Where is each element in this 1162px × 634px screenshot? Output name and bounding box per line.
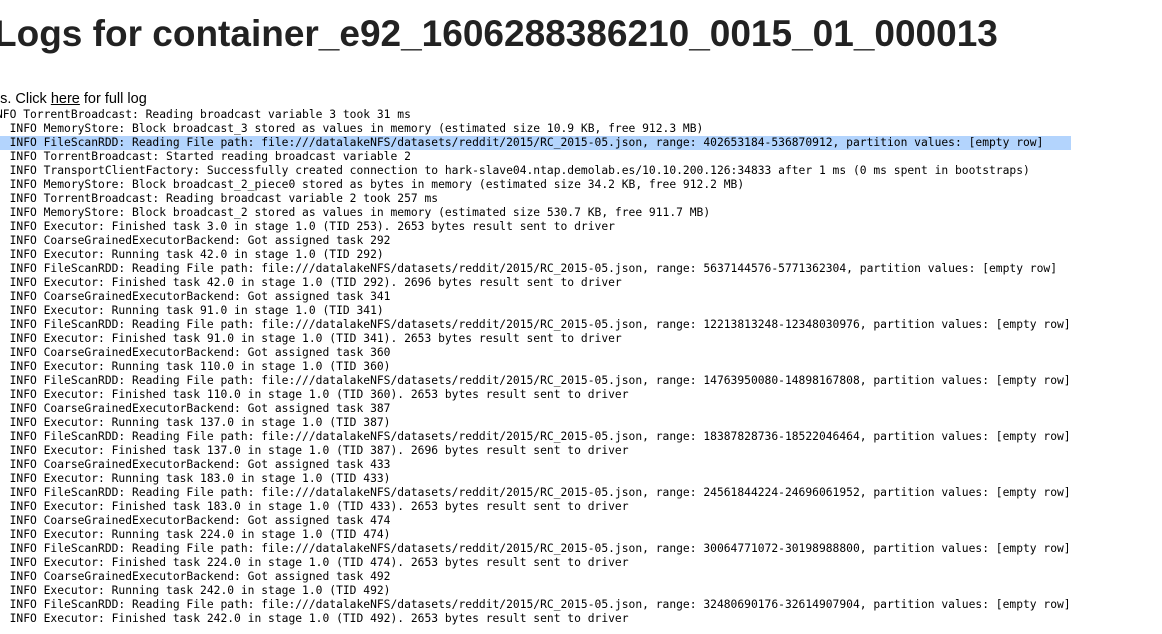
log-line-selected[interactable]: INFO FileScanRDD: Reading File path: fil…	[0, 136, 1071, 150]
log-line[interactable]: INFO CoarseGrainedExecutorBackend: Got a…	[0, 514, 1071, 528]
log-line[interactable]: INFO FileScanRDD: Reading File path: fil…	[0, 318, 1071, 332]
log-line[interactable]: INFO TorrentBroadcast: Started reading b…	[0, 150, 1071, 164]
log-line[interactable]: INFO CoarseGrainedExecutorBackend: Got a…	[0, 458, 1071, 472]
log-line[interactable]: INFO Executor: Running task 110.0 in sta…	[0, 360, 1071, 374]
log-line[interactable]: INFO MemoryStore: Block broadcast_3 stor…	[0, 122, 1071, 136]
log-line[interactable]: INFO FileScanRDD: Reading File path: fil…	[0, 486, 1071, 500]
log-line[interactable]: INFO Executor: Running task 42.0 in stag…	[0, 248, 1071, 262]
log-line[interactable]: INFO Executor: Running task 91.0 in stag…	[0, 304, 1071, 318]
log-line[interactable]: INFO CoarseGrainedExecutorBackend: Got a…	[0, 570, 1071, 584]
log-line[interactable]: INFO FileScanRDD: Reading File path: fil…	[0, 598, 1071, 612]
log-page: Logs for container_e92_1606288386210_001…	[0, 0, 1162, 634]
note-prefix: es. Click	[0, 91, 47, 107]
log-line[interactable]: INFO MemoryStore: Block broadcast_2_piec…	[0, 178, 1071, 192]
page-title: Logs for container_e92_1606288386210_001…	[0, 13, 998, 54]
log-line[interactable]: INFO Executor: Finished task 42.0 in sta…	[0, 276, 1071, 290]
log-line[interactable]: INFO FileScanRDD: Reading File path: fil…	[0, 262, 1071, 276]
log-line[interactable]: INFO Executor: Finished task 3.0 in stag…	[0, 220, 1071, 234]
full-log-link[interactable]: here	[51, 91, 80, 107]
log-line[interactable]: INFO Executor: Finished task 137.0 in st…	[0, 444, 1071, 458]
log-line[interactable]: INFO FileScanRDD: Reading File path: fil…	[0, 542, 1071, 556]
log-line[interactable]: INFO Executor: Running task 224.0 in sta…	[0, 528, 1071, 542]
log-line[interactable]: INFO Executor: Running task 242.0 in sta…	[0, 584, 1071, 598]
log-line[interactable]: INFO CoarseGrainedExecutorBackend: Got a…	[0, 234, 1071, 248]
log-line[interactable]: NFO TorrentBroadcast: Reading broadcast …	[0, 108, 1071, 122]
log-line[interactable]: INFO Executor: Finished task 224.0 in st…	[0, 556, 1071, 570]
log-line[interactable]: INFO Executor: Running task 183.0 in sta…	[0, 472, 1071, 486]
log-truncation-note: es. Click here for full log	[0, 90, 147, 108]
log-line[interactable]: INFO Executor: Finished task 183.0 in st…	[0, 500, 1071, 514]
log-output[interactable]: NFO TorrentBroadcast: Reading broadcast …	[0, 108, 1071, 626]
log-line[interactable]: INFO CoarseGrainedExecutorBackend: Got a…	[0, 402, 1071, 416]
log-line[interactable]: INFO FileScanRDD: Reading File path: fil…	[0, 374, 1071, 388]
log-line[interactable]: INFO Executor: Finished task 242.0 in st…	[0, 612, 1071, 626]
log-line[interactable]: INFO Executor: Finished task 110.0 in st…	[0, 388, 1071, 402]
log-line[interactable]: INFO Executor: Running task 137.0 in sta…	[0, 416, 1071, 430]
log-line[interactable]: INFO CoarseGrainedExecutorBackend: Got a…	[0, 346, 1071, 360]
log-line[interactable]: INFO TorrentBroadcast: Reading broadcast…	[0, 192, 1071, 206]
log-line[interactable]: INFO CoarseGrainedExecutorBackend: Got a…	[0, 290, 1071, 304]
note-suffix: for full log	[79, 91, 147, 107]
log-line[interactable]: INFO TransportClientFactory: Successfull…	[0, 164, 1071, 178]
log-line[interactable]: INFO FileScanRDD: Reading File path: fil…	[0, 430, 1071, 444]
log-line[interactable]: INFO Executor: Finished task 91.0 in sta…	[0, 332, 1071, 346]
log-line[interactable]: INFO MemoryStore: Block broadcast_2 stor…	[0, 206, 1071, 220]
